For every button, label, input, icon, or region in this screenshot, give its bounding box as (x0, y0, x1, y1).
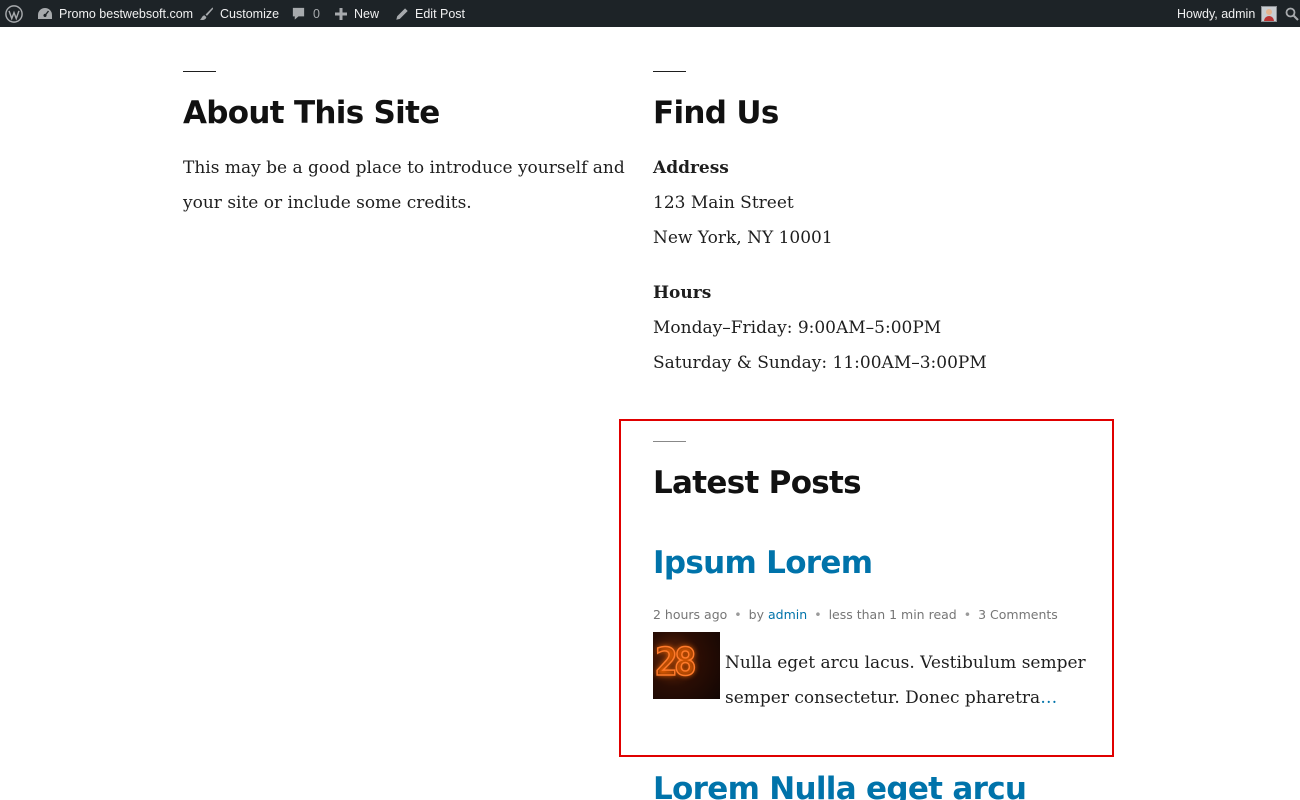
site-name-label: Promo bestwebsoft.com (59, 6, 194, 21)
find-us-widget: Find Us Address 123 Main Street New York… (653, 71, 1113, 391)
address-line2: New York, NY 10001 (653, 228, 833, 248)
about-widget: About This Site This may be a good place… (183, 71, 625, 231)
post-comments-link[interactable]: 3 Comments (978, 607, 1058, 622)
avatar (1261, 5, 1278, 22)
post-excerpt-text: semper consectetur. Donec pharetra (725, 688, 1041, 708)
hours-line2: Saturday & Sunday: 11:00AM–3:00PM (653, 353, 987, 373)
comments-count: 0 (313, 6, 320, 21)
post-excerpt-line2: semper consectetur. Donec pharetra… (725, 681, 1057, 716)
post-title-link[interactable]: Lorem Nulla eget arcu (653, 771, 1027, 800)
search-icon[interactable] (1285, 0, 1299, 27)
howdy-label: Howdy, admin (1177, 6, 1256, 21)
about-text-line2: your site or include some credits. (183, 193, 472, 213)
comment-bubble-icon (292, 7, 305, 20)
customize-label: Customize (220, 6, 280, 21)
admin-bar: Promo bestwebsoft.com Customize 0 New Ed… (0, 0, 1300, 27)
post-title-link[interactable]: Ipsum Lorem (653, 545, 873, 581)
post-time: 2 hours ago (653, 607, 728, 622)
meta-separator: • (814, 607, 822, 622)
latest-posts-title: Latest Posts (653, 465, 862, 501)
customize-menu[interactable]: Customize (199, 0, 279, 27)
find-us-title: Find Us (653, 95, 779, 131)
pencil-icon (396, 7, 408, 20)
hours-label: Hours (653, 283, 712, 303)
post-author-link[interactable]: admin (768, 607, 807, 622)
widget-separator (653, 71, 686, 72)
about-text-line1: This may be a good place to introduce yo… (183, 158, 625, 178)
post-meta: 2 hours ago • by admin • less than 1 min… (653, 607, 1058, 622)
hours-line1: Monday–Friday: 9:00AM–5:00PM (653, 318, 942, 338)
meta-separator: • (734, 607, 742, 622)
latest-posts-widget: Latest Posts Ipsum Lorem 2 hours ago • b… (653, 441, 1113, 800)
post-thumbnail[interactable]: 28 (653, 632, 720, 699)
read-more-link[interactable]: … (1040, 688, 1057, 708)
address-line1: 123 Main Street (653, 193, 794, 213)
post-read-time: less than 1 min read (828, 607, 957, 622)
wordpress-logo-icon[interactable] (5, 0, 23, 27)
comments-menu[interactable]: 0 (291, 0, 320, 27)
widget-separator (653, 441, 686, 442)
my-account-menu[interactable]: Howdy, admin (1177, 0, 1278, 27)
address-label: Address (653, 158, 729, 178)
new-content-menu[interactable]: New (334, 0, 379, 27)
new-label: New (354, 6, 380, 21)
edit-post-label: Edit Post (415, 6, 466, 21)
brush-icon (199, 7, 214, 20)
site-name-menu[interactable]: Promo bestwebsoft.com (37, 0, 193, 27)
dashboard-icon (38, 7, 52, 19)
about-title: About This Site (183, 95, 440, 131)
edit-post-menu[interactable]: Edit Post (395, 0, 465, 27)
post-by: by (748, 607, 765, 622)
widget-separator (183, 71, 216, 72)
plus-icon (335, 7, 347, 20)
post-excerpt-line1: Nulla eget arcu lacus. Vestibulum semper (725, 653, 1086, 673)
meta-separator: • (963, 607, 972, 622)
post-thumbnail-digits: 28 (654, 639, 697, 685)
